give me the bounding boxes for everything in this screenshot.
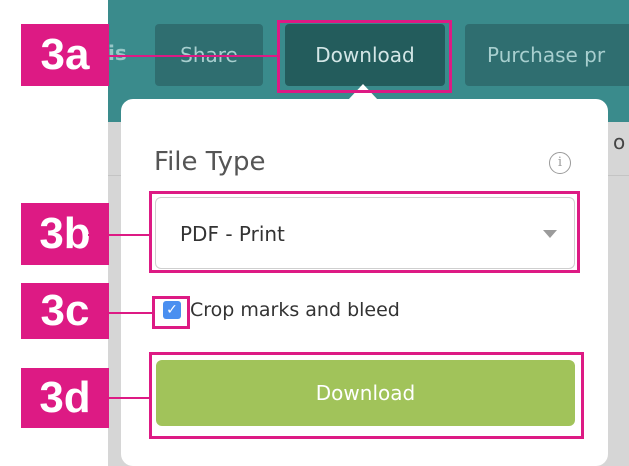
toolbar-partial-text: is bbox=[108, 41, 127, 65]
background-partial-text: o bbox=[613, 130, 626, 154]
annotation-label-3c: 3c bbox=[21, 283, 109, 339]
annotation-highlight-3c bbox=[152, 296, 190, 329]
purchase-button[interactable]: Purchase pr bbox=[465, 24, 629, 86]
annotation-line-3a bbox=[88, 55, 277, 57]
annotation-highlight-3b bbox=[149, 191, 580, 273]
crop-marks-label[interactable]: Crop marks and bleed bbox=[190, 299, 400, 321]
annotation-highlight-3a bbox=[277, 20, 452, 93]
annotation-line-3c bbox=[88, 312, 152, 314]
annotation-line-3b bbox=[88, 234, 149, 236]
popover-title: File Type bbox=[154, 147, 266, 177]
info-icon[interactable]: i bbox=[549, 152, 571, 174]
annotation-highlight-3d bbox=[149, 352, 584, 439]
annotation-line-3d bbox=[88, 397, 149, 399]
